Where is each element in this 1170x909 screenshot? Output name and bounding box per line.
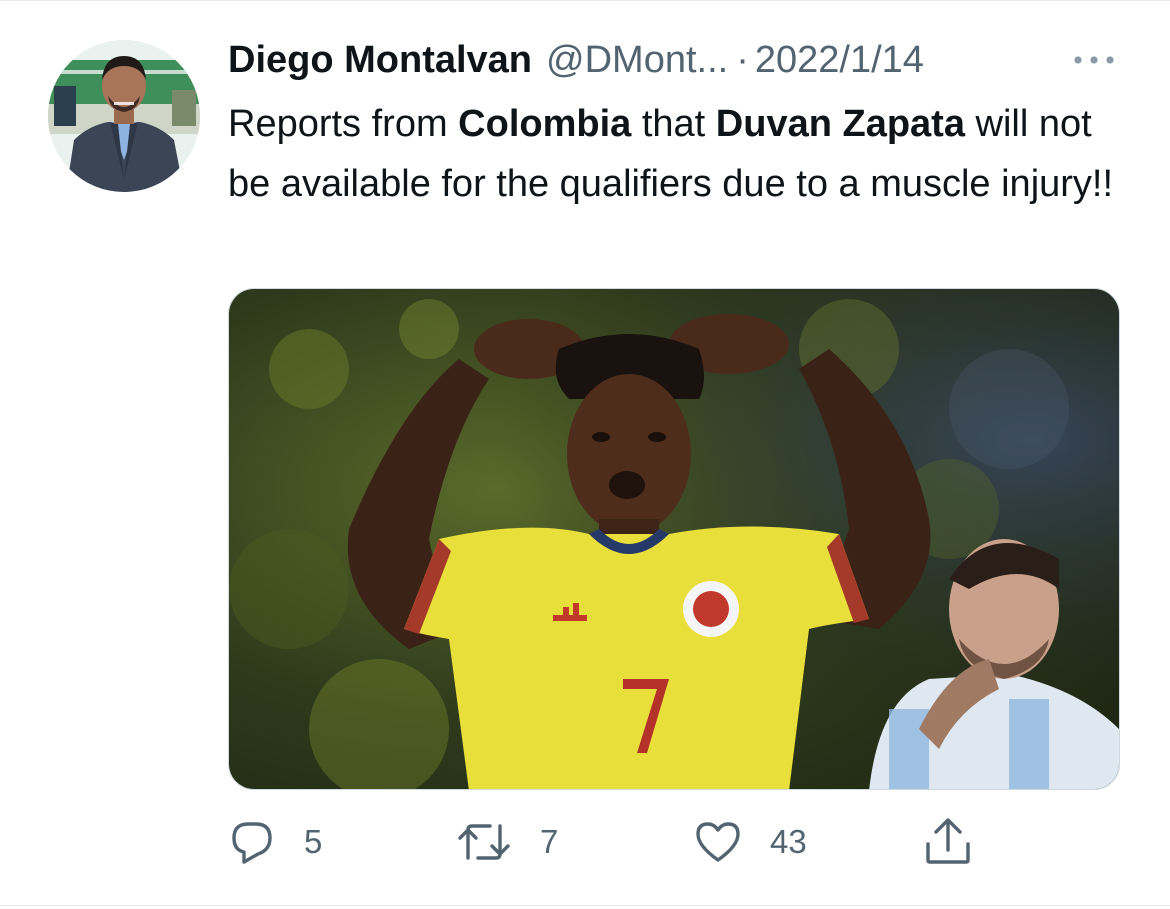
tweet-media-photo[interactable]	[228, 288, 1120, 790]
reply-icon	[232, 822, 272, 864]
retweet-icon	[458, 824, 510, 860]
heart-icon	[696, 822, 740, 862]
more-options-button[interactable]	[1068, 44, 1120, 76]
author-handle[interactable]: @DMont...	[546, 36, 728, 84]
mention-colombia: Colombia	[458, 103, 632, 145]
reply-button[interactable]: 5	[228, 816, 322, 868]
retweet-button[interactable]: 7	[456, 816, 558, 868]
more-icon	[1074, 56, 1114, 64]
tweet-text: Reports from Colombia that Duvan Zapata …	[228, 94, 1128, 214]
tweet-text-part: Reports from	[228, 103, 459, 145]
tweet-header: Diego Montalvan @DMont... · 2022/1/14	[228, 36, 924, 84]
tweet-date[interactable]: 2022/1/14	[755, 36, 924, 84]
author-avatar[interactable]	[48, 40, 200, 192]
author-display-name[interactable]: Diego Montalvan	[228, 36, 532, 84]
tweet-card[interactable]: Diego Montalvan @DMont... · 2022/1/14 Re…	[0, 0, 1170, 909]
like-count: 43	[770, 823, 807, 860]
divider-bottom	[0, 905, 1170, 906]
header-separator: ·	[736, 39, 749, 81]
retweet-count: 7	[540, 823, 559, 860]
tweet-text-part: that	[631, 103, 716, 145]
share-button[interactable]	[922, 816, 974, 868]
reply-count: 5	[304, 823, 323, 860]
mention-duvan-zapata: Duvan Zapata	[715, 103, 965, 145]
like-button[interactable]: 43	[694, 816, 807, 868]
divider-top	[0, 0, 1170, 1]
share-icon	[926, 818, 970, 864]
